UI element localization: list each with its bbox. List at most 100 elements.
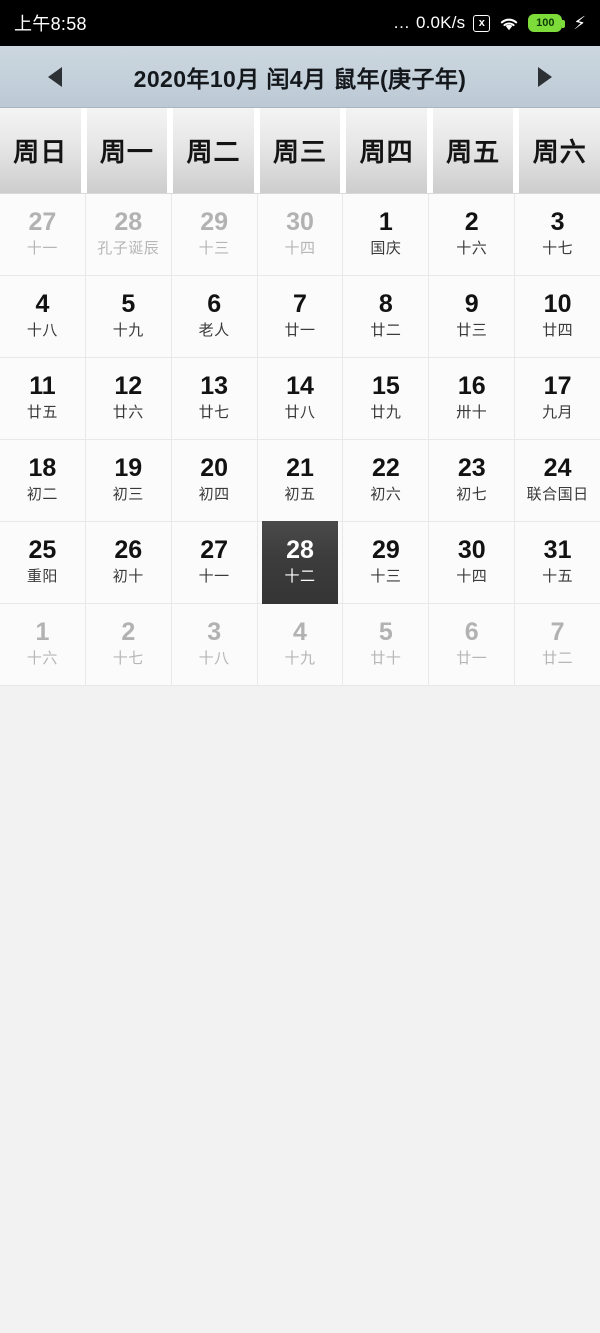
calendar-day-cell[interactable]: 8 廿二 (343, 276, 430, 357)
lunar-or-festival-label: 廿八 (284, 403, 316, 421)
calendar-day-cell[interactable]: 26 初十 (86, 522, 172, 603)
calendar-day-cell[interactable]: 2 十七 (86, 604, 172, 685)
calendar-day-cell[interactable]: 23 初七 (429, 440, 516, 521)
no-sim-glyph: x (478, 16, 485, 29)
day-number: 2 (121, 617, 136, 646)
lunar-or-festival-label: 十六 (456, 239, 488, 257)
weekday-label: 周日 (13, 137, 68, 167)
day-number: 21 (286, 453, 314, 482)
calendar-day-cell[interactable]: 3 十七 (515, 194, 600, 275)
prev-month-button[interactable] (38, 60, 72, 94)
calendar-day-cell[interactable]: 28 十二 (258, 521, 344, 604)
weekday-saturday: 周六 (519, 108, 600, 193)
day-number: 12 (114, 371, 143, 400)
lunar-or-festival-label: 廿六 (112, 403, 144, 421)
weekday-thursday: 周四 (346, 108, 427, 193)
calendar-week-row: 27 十一 28 孔子诞辰 29 十三 30 十四 1 国庆 2 十六 3 十七 (0, 194, 600, 276)
day-number: 11 (29, 371, 56, 400)
day-number: 16 (457, 371, 486, 400)
calendar-day-cell[interactable]: 24 联合国日 (515, 440, 600, 521)
lunar-or-festival-label: 国庆 (370, 239, 402, 257)
calendar-day-cell[interactable]: 4 十八 (0, 276, 86, 357)
day-number: 27 (200, 535, 229, 564)
lunar-or-festival-label: 十九 (112, 321, 144, 339)
calendar-week-row: 1 十六 2 十七 3 十八 4 十九 5 廿十 6 廿一 7 廿二 (0, 604, 600, 686)
lunar-or-festival-label: 十六 (26, 649, 58, 667)
lunar-or-festival-label: 廿九 (370, 403, 402, 421)
day-number: 13 (200, 371, 229, 400)
calendar-day-cell[interactable]: 6 老人 (172, 276, 258, 357)
lunar-or-festival-label: 老人 (198, 321, 230, 339)
lunar-or-festival-label: 孔子诞辰 (97, 239, 160, 257)
calendar-day-cell[interactable]: 10 廿四 (515, 276, 600, 357)
calendar-day-cell[interactable]: 4 十九 (258, 604, 344, 685)
calendar-day-cell[interactable]: 1 十六 (0, 604, 86, 685)
calendar-day-cell[interactable]: 15 廿九 (343, 358, 430, 439)
lunar-or-festival-label: 廿二 (542, 649, 574, 667)
calendar-day-cell[interactable]: 20 初四 (172, 440, 258, 521)
lunar-or-festival-label: 联合国日 (526, 485, 589, 503)
calendar-day-cell[interactable]: 21 初五 (258, 440, 344, 521)
lunar-or-festival-label: 廿四 (542, 321, 574, 339)
day-number: 7 (550, 617, 565, 646)
calendar-day-cell[interactable]: 11 廿五 (0, 358, 86, 439)
calendar-day-cell[interactable]: 5 十九 (86, 276, 172, 357)
lunar-or-festival-label: 十五 (542, 567, 574, 585)
day-number: 18 (28, 453, 57, 482)
calendar-day-cell[interactable]: 5 廿十 (343, 604, 430, 685)
calendar-day-cell[interactable]: 6 廿一 (429, 604, 516, 685)
calendar-day-cell[interactable]: 3 十八 (172, 604, 258, 685)
calendar-day-cell[interactable]: 18 初二 (0, 440, 86, 521)
day-number: 19 (114, 453, 143, 482)
lunar-or-festival-label: 十九 (284, 649, 316, 667)
calendar-day-cell[interactable]: 14 廿八 (258, 358, 344, 439)
calendar-day-cell[interactable]: 31 十五 (515, 522, 600, 603)
day-number: 24 (543, 453, 572, 482)
weekday-header-row: 周日 周一 周二 周三 周四 周五 周六 (0, 108, 600, 194)
status-bar-clock: 上午8:58 (14, 14, 87, 34)
calendar-day-cell[interactable]: 30 十四 (429, 522, 516, 603)
day-number: 6 (207, 289, 222, 318)
lunar-or-festival-label: 初六 (370, 485, 402, 503)
calendar-day-cell[interactable]: 30 十四 (258, 194, 344, 275)
weekday-label: 周二 (186, 137, 241, 167)
lunar-or-festival-label: 十一 (198, 567, 230, 585)
lunar-or-festival-label: 初七 (456, 485, 488, 503)
calendar-day-cell[interactable]: 29 十三 (172, 194, 258, 275)
day-number: 6 (464, 617, 479, 646)
calendar-day-cell[interactable]: 7 廿二 (515, 604, 600, 685)
calendar-week-row: 25 重阳 26 初十 27 十一 28 十二 29 十三 30 十四 31 十五 (0, 521, 600, 604)
calendar-week-row: 18 初二 19 初三 20 初四 21 初五 22 初六 23 初七 24 联合国日 (0, 440, 600, 522)
day-number: 4 (293, 617, 307, 646)
calendar-day-cell[interactable]: 12 廿六 (86, 358, 172, 439)
calendar-day-cell[interactable]: 1 国庆 (343, 194, 430, 275)
day-number: 29 (200, 207, 229, 236)
calendar-day-cell[interactable]: 16 卅十 (429, 358, 516, 439)
day-number: 29 (371, 535, 400, 564)
empty-content-area (0, 686, 600, 1309)
calendar-day-cell[interactable]: 27 十一 (172, 522, 258, 603)
calendar-week-row: 11 廿五 12 廿六 13 廿七 14 廿八 15 廿九 16 卅十 17 九月 (0, 358, 600, 440)
lunar-or-festival-label: 廿三 (456, 321, 488, 339)
calendar-day-cell[interactable]: 22 初六 (343, 440, 430, 521)
day-number: 26 (114, 535, 143, 564)
calendar-day-cell[interactable]: 13 廿七 (172, 358, 258, 439)
day-number: 23 (457, 453, 486, 482)
calendar-day-cell[interactable]: 2 十六 (429, 194, 516, 275)
calendar-day-cell[interactable]: 27 十一 (0, 194, 86, 275)
calendar-day-cell[interactable]: 17 九月 (515, 358, 600, 439)
day-number: 30 (457, 535, 486, 564)
calendar-day-cell[interactable]: 7 廿一 (258, 276, 344, 357)
next-month-button[interactable] (528, 60, 562, 94)
wifi-icon (498, 15, 520, 32)
calendar-day-cell[interactable]: 9 廿三 (429, 276, 516, 357)
lunar-or-festival-label: 初三 (112, 485, 144, 503)
lunar-or-festival-label: 重阳 (26, 567, 58, 585)
weekday-tuesday: 周二 (173, 108, 254, 193)
day-number: 14 (286, 371, 314, 400)
calendar-day-cell[interactable]: 19 初三 (86, 440, 172, 521)
day-number: 22 (371, 453, 400, 482)
calendar-day-cell[interactable]: 25 重阳 (0, 522, 86, 603)
calendar-day-cell[interactable]: 29 十三 (343, 522, 430, 603)
calendar-day-cell[interactable]: 28 孔子诞辰 (86, 194, 172, 275)
